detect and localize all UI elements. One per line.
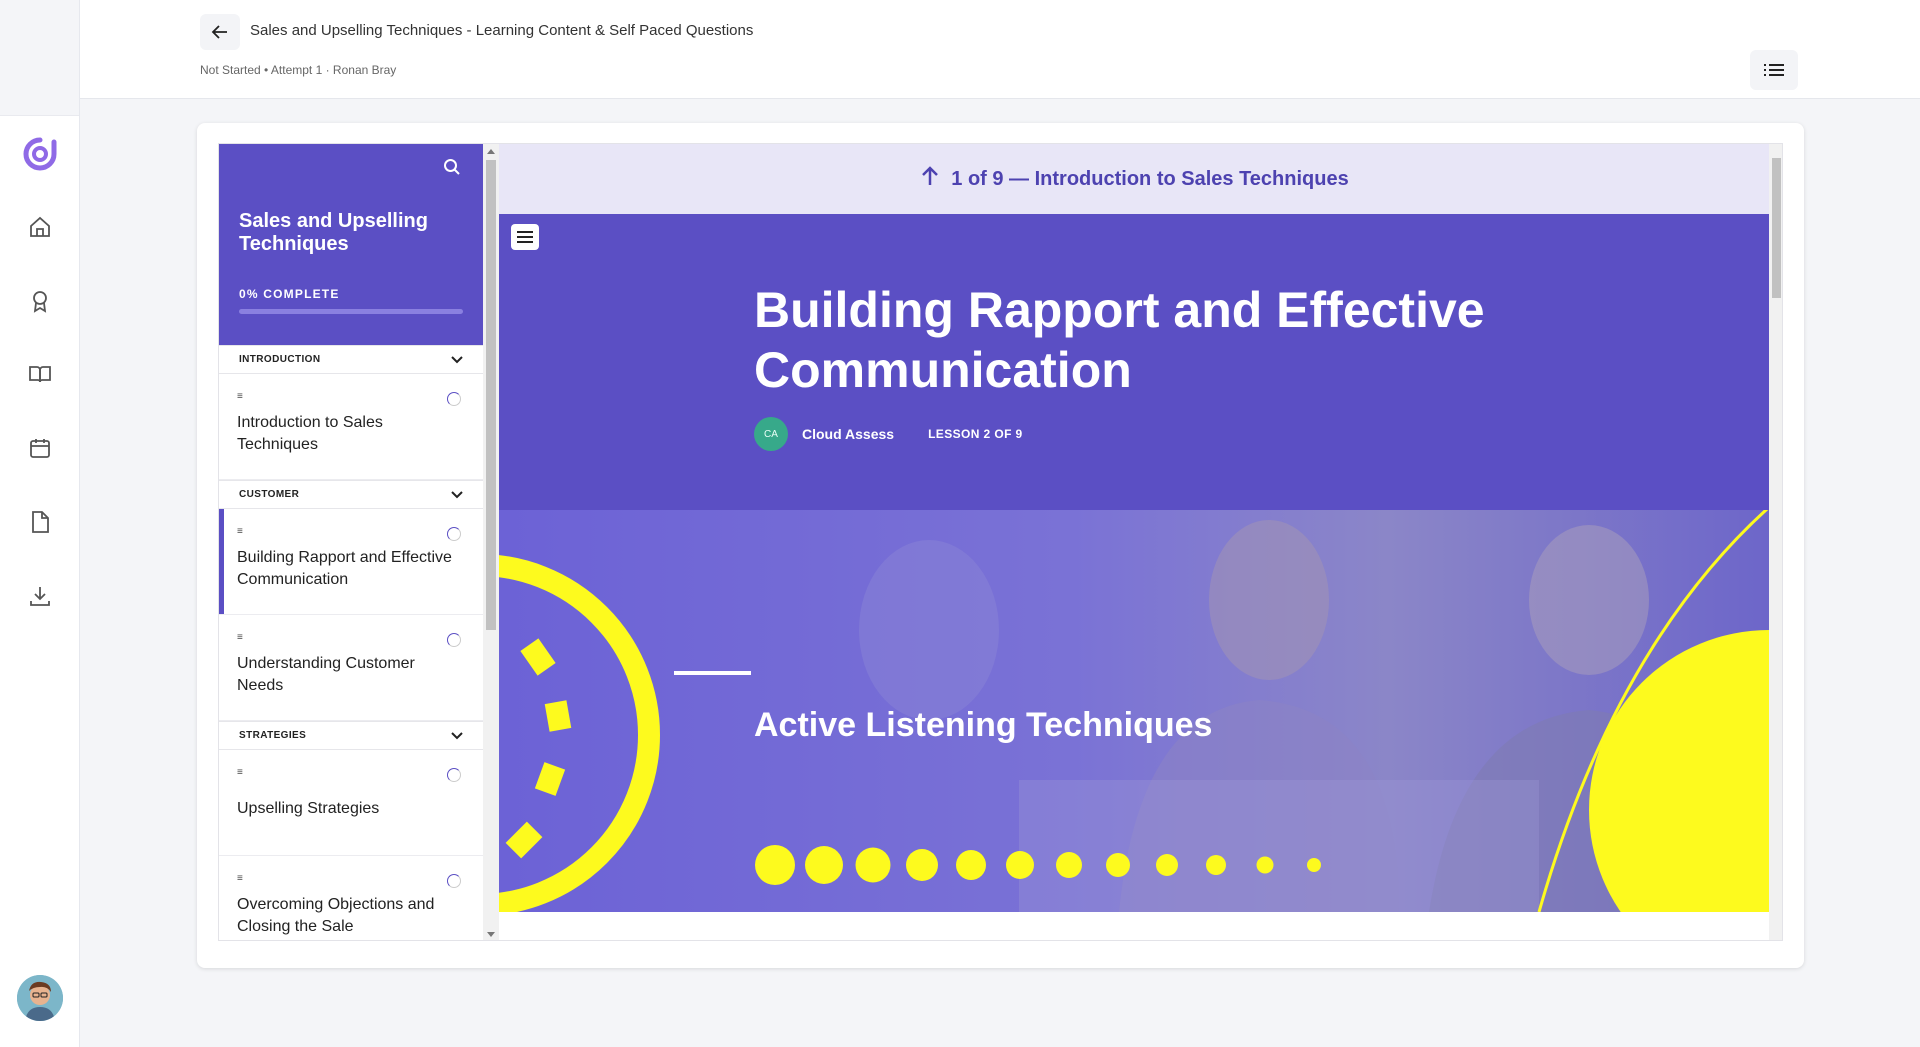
arrow-up-icon xyxy=(919,165,941,194)
text-lesson-icon: ≡ xyxy=(237,873,243,884)
chevron-down-icon xyxy=(451,355,463,363)
arrow-left-icon xyxy=(211,25,227,39)
previous-lesson-label: 1 of 9 — Introduction to Sales Technique… xyxy=(951,167,1349,190)
section-introduction[interactable]: INTRODUCTION xyxy=(219,345,483,374)
text-lesson-icon: ≡ xyxy=(237,526,243,537)
lesson-item[interactable]: ≡ Introduction to Sales Techniques xyxy=(219,374,483,480)
rail-top xyxy=(0,0,79,116)
list-icon xyxy=(1764,64,1784,76)
progress-bar xyxy=(239,309,463,314)
text-lesson-icon: ≡ xyxy=(237,632,243,643)
download-icon[interactable] xyxy=(26,582,54,610)
chevron-down-icon xyxy=(451,731,463,739)
page-header: Sales and Upselling Techniques - Learnin… xyxy=(80,0,1920,99)
lesson-title: Upselling Strategies xyxy=(237,800,380,817)
search-icon[interactable] xyxy=(443,158,463,178)
section-customer[interactable]: CUSTOMER xyxy=(219,480,483,509)
course-title: Sales and Upselling Techniques xyxy=(239,210,428,255)
banner-rule xyxy=(674,671,751,675)
avatar[interactable] xyxy=(17,975,63,1021)
author-avatar: CA xyxy=(754,417,788,451)
course-player: Sales and Upselling Techniques 0% COMPLE… xyxy=(218,143,1783,941)
home-icon[interactable] xyxy=(26,213,54,241)
document-icon[interactable] xyxy=(26,508,54,536)
lesson-item[interactable]: ≡ Overcoming Objections and Closing the … xyxy=(219,856,483,940)
logo-icon[interactable] xyxy=(22,136,58,172)
sidebar-scrollbar[interactable] xyxy=(483,144,499,940)
book-icon[interactable] xyxy=(26,360,54,388)
status-pending-icon xyxy=(447,633,461,647)
progress-label: 0% COMPLETE xyxy=(239,287,340,301)
outline-menu-button[interactable] xyxy=(1750,50,1798,90)
text-lesson-icon: ≡ xyxy=(237,391,243,402)
award-icon[interactable] xyxy=(26,287,54,315)
lesson-title: Building Rapport and Effective Communica… xyxy=(237,549,452,588)
scroll-up-arrow[interactable] xyxy=(487,149,495,154)
lesson-item[interactable]: ≡ Understanding Customer Needs xyxy=(219,615,483,721)
chevron-down-icon xyxy=(451,490,463,498)
status-pending-icon xyxy=(447,874,461,888)
lesson-position: LESSON 2 OF 9 xyxy=(928,427,1023,441)
app-rail xyxy=(0,0,80,1047)
status-pending-icon xyxy=(447,768,461,782)
author-name: Cloud Assess xyxy=(802,426,895,442)
status-pending-icon xyxy=(447,527,461,541)
calendar-icon[interactable] xyxy=(26,434,54,462)
scrollbar-thumb[interactable] xyxy=(486,160,496,630)
lesson-item[interactable]: ≡ Upselling Strategies xyxy=(219,750,483,856)
course-outline: Sales and Upselling Techniques 0% COMPLE… xyxy=(219,144,483,940)
scrollbar-thumb[interactable] xyxy=(1772,158,1781,298)
course-header: Sales and Upselling Techniques 0% COMPLE… xyxy=(219,144,483,345)
lesson-hero: Building Rapport and Effective Communica… xyxy=(499,214,1769,510)
attempt-status: Not Started • Attempt 1 · Ronan Bray xyxy=(200,63,397,77)
text-lesson-icon: ≡ xyxy=(237,767,243,778)
hamburger-menu-button[interactable] xyxy=(511,224,539,250)
lesson-title: Understanding Customer Needs xyxy=(237,655,415,694)
lesson-banner-image: Active Listening Techniques xyxy=(499,510,1769,912)
lesson-title: Overcoming Objections and Closing the Sa… xyxy=(237,896,435,935)
lesson-item-active[interactable]: ≡ Building Rapport and Effective Communi… xyxy=(219,509,483,615)
scroll-down-arrow[interactable] xyxy=(487,932,495,937)
lesson-title-heading: Building Rapport and Effective Communica… xyxy=(754,282,1485,398)
previous-lesson-link[interactable]: 1 of 9 — Introduction to Sales Technique… xyxy=(499,144,1769,214)
back-button[interactable] xyxy=(200,14,240,50)
lesson-content: 1 of 9 — Introduction to Sales Technique… xyxy=(499,144,1769,940)
lesson-title: Introduction to Sales Techniques xyxy=(237,414,383,453)
section-label: INTRODUCTION xyxy=(239,354,321,365)
banner-title: Active Listening Techniques xyxy=(754,706,1213,744)
section-strategies[interactable]: STRATEGIES xyxy=(219,721,483,750)
lesson-meta: CA Cloud Assess LESSON 2 OF 9 xyxy=(754,417,1023,451)
section-label: STRATEGIES xyxy=(239,730,307,741)
status-pending-icon xyxy=(447,392,461,406)
content-scrollbar[interactable] xyxy=(1769,144,1782,940)
section-label: CUSTOMER xyxy=(239,489,300,500)
page-title: Sales and Upselling Techniques - Learnin… xyxy=(250,22,754,39)
